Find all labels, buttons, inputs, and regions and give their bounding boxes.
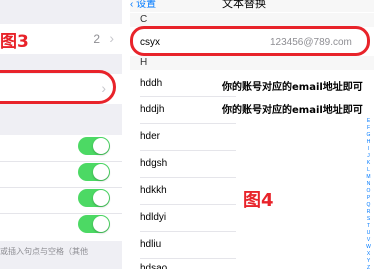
annotation-note: 你的账号对应的email地址即可 [222, 82, 363, 93]
index-letter[interactable]: Q [365, 202, 372, 209]
row-count-value: 2 [93, 32, 100, 46]
index-letter[interactable]: V [365, 237, 372, 244]
toggle-switch[interactable] [78, 163, 110, 181]
row-divider [140, 150, 236, 151]
chevron-right-icon: › [109, 30, 114, 46]
list-item[interactable]: hder [140, 131, 160, 142]
index-letter[interactable]: X [365, 251, 372, 258]
list-item[interactable]: hdkkh [140, 185, 167, 196]
panel-divider [122, 0, 130, 269]
section-header-h: H [130, 56, 374, 70]
highlight-oval [130, 26, 370, 56]
index-letter[interactable]: P [365, 195, 372, 202]
toggle-switch[interactable] [78, 137, 110, 155]
index-letter[interactable]: T [365, 223, 372, 230]
row-divider [140, 96, 236, 97]
index-letter[interactable]: H [365, 139, 372, 146]
row-divider [140, 177, 236, 178]
index-letter[interactable]: U [365, 230, 372, 237]
index-letter[interactable]: N [365, 181, 372, 188]
row-divider [140, 231, 236, 232]
index-letter[interactable]: F [365, 125, 372, 132]
section-header-c: C [130, 13, 374, 27]
index-letter[interactable]: M [365, 174, 372, 181]
list-item[interactable]: hdgsh [140, 158, 167, 169]
figure-3-label: 图3 [0, 32, 29, 52]
row-divider [140, 123, 236, 124]
text-replacement-panel: ‹ 设置 文本替换 C csyx 123456@789.com H hddh h… [130, 0, 374, 269]
index-letter[interactable]: W [365, 244, 372, 251]
index-letter[interactable]: O [365, 188, 372, 195]
list-item[interactable]: hddjh [140, 104, 164, 115]
nav-title: 文本替换 [222, 0, 266, 10]
index-letter[interactable]: G [365, 132, 372, 139]
index-letter[interactable]: I [365, 146, 372, 153]
annotation-note: 你的账号对应的email地址即可 [222, 105, 363, 116]
index-letter[interactable]: S [365, 216, 372, 223]
row-divider [140, 204, 236, 205]
list-item[interactable]: hdliu [140, 239, 161, 250]
list-item[interactable]: hdsao [140, 263, 167, 269]
list-item[interactable]: hdldyi [140, 212, 166, 223]
index-letter[interactable]: Z [365, 265, 372, 269]
row-divider [0, 187, 122, 188]
index-letter[interactable]: R [365, 209, 372, 216]
list-item[interactable]: hddh [140, 78, 162, 89]
row-divider [0, 161, 122, 162]
index-letter[interactable]: J [365, 153, 372, 160]
nav-bar: ‹ 设置 文本替换 [130, 0, 374, 12]
row-divider [140, 258, 236, 259]
section-index-bar[interactable]: E F G H I J K L M N O P Q R S T U V W X … [365, 118, 372, 269]
settings-panel: 2 › 图3 › 或插入句点与空格（其他 [0, 0, 122, 269]
figure-4-label: 图4 [243, 190, 274, 211]
back-button[interactable]: ‹ 设置 [130, 0, 156, 10]
toggle-switch[interactable] [78, 189, 110, 207]
highlight-oval [0, 70, 116, 104]
index-letter[interactable]: L [365, 167, 372, 174]
toggle-switch[interactable] [78, 215, 110, 233]
row-divider [0, 213, 122, 214]
index-letter[interactable]: Y [365, 258, 372, 265]
toggle-group [0, 135, 122, 241]
index-letter[interactable]: E [365, 118, 372, 125]
index-letter[interactable]: K [365, 160, 372, 167]
settings-footnote: 或插入句点与空格（其他 [0, 247, 88, 256]
